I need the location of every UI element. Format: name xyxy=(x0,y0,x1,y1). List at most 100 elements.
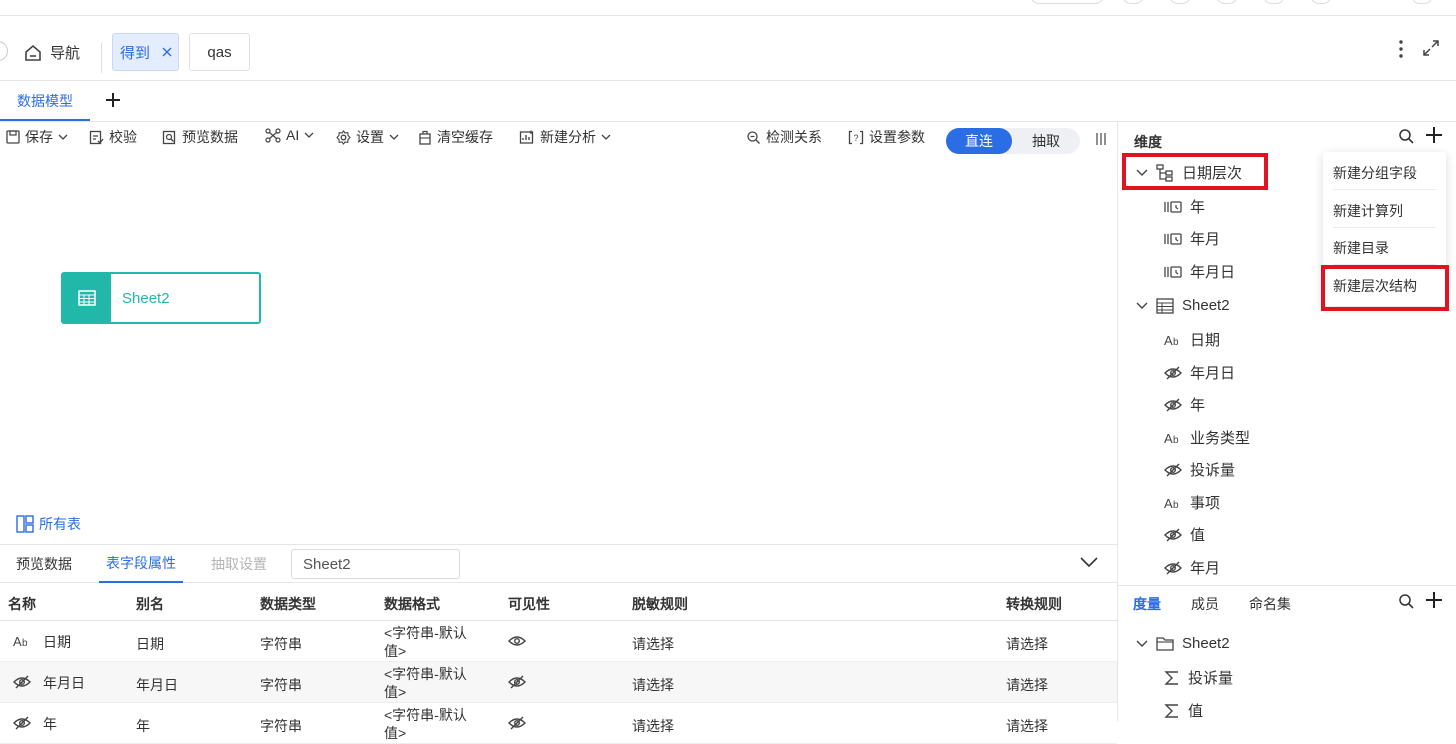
mask-rule-select[interactable]: 请选择 xyxy=(632,716,674,736)
fullscreen-icon[interactable] xyxy=(1422,39,1440,57)
convert-rule-select[interactable]: 请选择 xyxy=(1006,634,1048,654)
tab-measures[interactable]: 度量 xyxy=(1133,594,1161,614)
tab-members[interactable]: 成员 xyxy=(1191,594,1219,614)
chevron-down-icon[interactable] xyxy=(1136,639,1148,649)
table-row[interactable]: 年 年 字符串 <字符串-默认 值> 请选择 请选择 xyxy=(0,703,1117,744)
field-item[interactable]: 投诉量 xyxy=(1164,459,1235,480)
all-tables-button[interactable]: 所有表 xyxy=(16,514,81,534)
settings-button[interactable]: 设置 xyxy=(336,127,399,147)
table-node-sheet2[interactable]: Sheet2 xyxy=(61,272,261,324)
columns-icon[interactable] xyxy=(1096,133,1106,145)
set-params-button[interactable]: ? 设置参数 xyxy=(848,127,925,147)
hierarchy-child[interactable]: 年月日 xyxy=(1164,261,1235,282)
bottom-tabs: 预览数据 表字段属性 抽取设置 Sheet2 xyxy=(0,544,1117,583)
more-vertical-icon[interactable] xyxy=(1398,39,1404,59)
menu-divider xyxy=(1333,227,1436,228)
measure-item[interactable]: 投诉量 xyxy=(1164,667,1233,688)
tab-named-sets[interactable]: 命名集 xyxy=(1249,594,1291,614)
save-icon xyxy=(6,130,20,144)
field-item[interactable]: Ab 事项 xyxy=(1164,492,1220,513)
nav-tab-dedao[interactable]: 得到 xyxy=(112,33,179,71)
chevron-down-icon[interactable] xyxy=(1136,301,1148,311)
menu-item-new-calculated-column[interactable]: 新建计算列 xyxy=(1333,201,1403,221)
tab-preview-data[interactable]: 预览数据 xyxy=(16,545,72,583)
nav-back-circle[interactable] xyxy=(0,41,8,61)
chevron-down-icon xyxy=(304,130,314,140)
table-item-sheet2[interactable]: Sheet2 xyxy=(1136,297,1230,314)
clear-cache-button[interactable]: 清空缓存 xyxy=(418,127,493,147)
table-row[interactable]: Ab 日期 日期 字符串 <字符串-默认 值> 请选择 请选择 xyxy=(0,621,1117,662)
field-item[interactable]: 年月 xyxy=(1164,557,1220,578)
field-alias[interactable]: 日期 xyxy=(136,634,164,654)
top-round-button[interactable] xyxy=(1310,0,1332,4)
connection-mode-toggle[interactable]: 直连 抽取 xyxy=(946,128,1080,154)
nav-tab-qas[interactable]: qas xyxy=(189,33,250,71)
column-header: 数据格式 xyxy=(384,596,440,612)
field-item[interactable]: Ab 日期 xyxy=(1164,329,1220,350)
tab-data-model[interactable]: 数据模型 xyxy=(0,82,90,121)
field-alias[interactable]: 年 xyxy=(136,716,150,736)
menu-item-new-folder[interactable]: 新建目录 xyxy=(1333,238,1389,258)
search-icon[interactable] xyxy=(1398,593,1414,609)
sheet-selector-input[interactable]: Sheet2 xyxy=(291,549,460,579)
eye-off-icon[interactable] xyxy=(508,716,526,730)
mask-rule-select[interactable]: 请选择 xyxy=(632,634,674,654)
mask-rule-select[interactable]: 请选择 xyxy=(632,675,674,695)
measure-folder-label: Sheet2 xyxy=(1182,635,1230,652)
field-item[interactable]: 年月日 xyxy=(1164,362,1235,383)
preview-label: 预览数据 xyxy=(182,129,238,145)
measure-folder-sheet2[interactable]: Sheet2 xyxy=(1136,635,1230,652)
eye-off-icon[interactable] xyxy=(508,675,526,689)
chevron-down-icon[interactable] xyxy=(1080,556,1098,568)
chevron-down-icon xyxy=(58,132,68,142)
top-round-button[interactable] xyxy=(1263,0,1285,4)
field-item[interactable]: 年 xyxy=(1164,394,1205,415)
menu-item-new-group-field[interactable]: 新建分组字段 xyxy=(1333,163,1417,183)
field-item[interactable]: 值 xyxy=(1164,524,1205,545)
field-format[interactable]: <字符串-默认 值> xyxy=(384,665,467,701)
convert-rule-select[interactable]: 请选择 xyxy=(1006,675,1048,695)
detect-relation-button[interactable]: 检测关系 xyxy=(746,127,822,147)
top-round-button[interactable] xyxy=(1169,0,1191,4)
new-analysis-button[interactable]: 新建分析 xyxy=(519,127,611,147)
convert-rule-select[interactable]: 请选择 xyxy=(1006,716,1048,736)
field-format[interactable]: <字符串-默认 值> xyxy=(384,706,467,742)
field-type[interactable]: 字符串 xyxy=(260,634,302,654)
validate-icon xyxy=(89,130,104,145)
field-format[interactable]: <字符串-默认 值> xyxy=(384,624,467,660)
validate-button[interactable]: 校验 xyxy=(89,127,137,147)
field-name: 年 xyxy=(43,716,57,732)
model-canvas[interactable]: Sheet2 所有表 xyxy=(0,154,1117,544)
field-alias[interactable]: 年月日 xyxy=(136,675,178,695)
field-type[interactable]: 字符串 xyxy=(260,716,302,736)
search-icon[interactable] xyxy=(1398,128,1414,144)
top-round-button[interactable] xyxy=(1411,0,1433,4)
hierarchy-child[interactable]: 年月 xyxy=(1164,228,1220,249)
add-icon[interactable] xyxy=(1425,591,1443,609)
field-item[interactable]: Ab 业务类型 xyxy=(1164,427,1250,448)
hierarchy-child[interactable]: 年 xyxy=(1164,196,1205,217)
table-label: Sheet2 xyxy=(1182,297,1230,314)
measure-item[interactable]: 值 xyxy=(1164,700,1203,721)
svg-text:A: A xyxy=(1164,431,1173,445)
preview-data-button[interactable]: 预览数据 xyxy=(162,127,238,147)
add-tab-icon[interactable] xyxy=(104,91,122,109)
field-type[interactable]: 字符串 xyxy=(260,675,302,695)
top-round-button[interactable] xyxy=(1122,0,1144,4)
top-round-button[interactable] xyxy=(1216,0,1238,4)
nav-home[interactable]: 导航 xyxy=(24,42,80,63)
mode-direct-option[interactable]: 直连 xyxy=(946,128,1012,154)
eye-icon[interactable] xyxy=(508,635,526,647)
set-params-label: 设置参数 xyxy=(869,129,925,145)
top-pill[interactable] xyxy=(1030,0,1104,4)
mode-extract-option[interactable]: 抽取 xyxy=(1012,128,1080,154)
save-button[interactable]: 保存 xyxy=(6,127,68,147)
field-name: 年月日 xyxy=(43,675,85,691)
tab-field-properties[interactable]: 表字段属性 xyxy=(99,545,183,583)
text-type-icon: Ab xyxy=(13,634,31,648)
table-row[interactable]: 年月日 年月日 字符串 <字符串-默认 值> 请选择 请选择 xyxy=(0,662,1117,703)
add-icon[interactable] xyxy=(1425,126,1443,144)
close-icon[interactable] xyxy=(162,47,172,57)
ai-button[interactable]: AI xyxy=(265,127,314,143)
svg-text:?: ? xyxy=(853,133,858,143)
